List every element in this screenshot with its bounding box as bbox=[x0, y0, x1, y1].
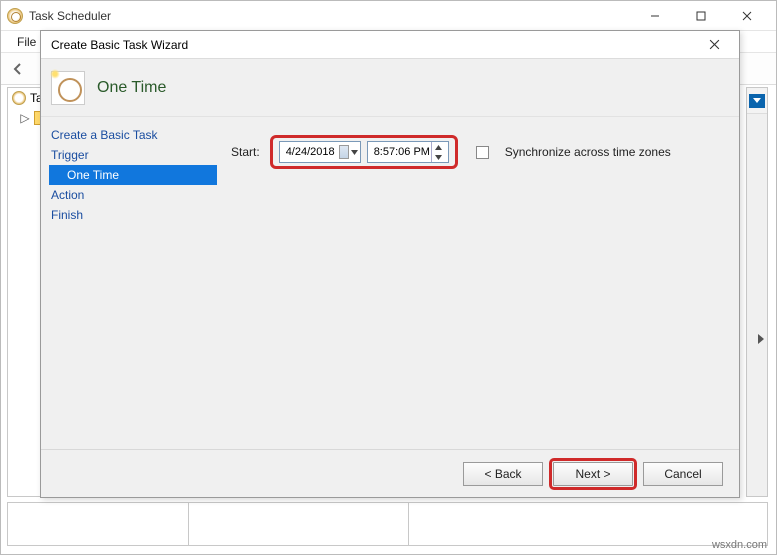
wizard-nav: Create a Basic Task Trigger One Time Act… bbox=[41, 117, 217, 449]
start-date-value: 4/24/2018 bbox=[286, 146, 335, 158]
actions-dropdown-icon[interactable] bbox=[749, 94, 765, 108]
spin-down-icon[interactable] bbox=[432, 152, 446, 162]
wizard-icon bbox=[51, 71, 85, 105]
actions-pane bbox=[746, 87, 768, 497]
nav-step-action[interactable]: Action bbox=[49, 185, 217, 205]
clock-icon bbox=[12, 91, 26, 105]
nav-back-button[interactable] bbox=[7, 58, 29, 80]
calendar-icon[interactable] bbox=[339, 145, 349, 159]
nav-step-finish[interactable]: Finish bbox=[49, 205, 217, 225]
wizard-header-title: One Time bbox=[97, 79, 166, 97]
wizard-footer: < Back Next > Cancel bbox=[41, 449, 739, 497]
start-time-input[interactable]: 8:57:06 PM bbox=[367, 141, 449, 163]
actions-header bbox=[747, 88, 767, 114]
wizard-close-button[interactable] bbox=[699, 34, 729, 56]
minimize-button[interactable] bbox=[632, 2, 678, 30]
wizard-header: One Time bbox=[41, 59, 739, 117]
back-button[interactable]: < Back bbox=[463, 462, 543, 486]
close-button[interactable] bbox=[724, 2, 770, 30]
spin-up-icon[interactable] bbox=[432, 142, 446, 152]
datetime-highlight: 4/24/2018 8:57:06 PM bbox=[270, 135, 458, 169]
expand-icon[interactable]: ▷ bbox=[20, 111, 30, 125]
sync-label: Synchronize across time zones bbox=[505, 145, 671, 159]
watermark: wsxdn.com bbox=[712, 539, 767, 551]
wizard-body: Create a Basic Task Trigger One Time Act… bbox=[41, 117, 739, 449]
nav-step-one-time[interactable]: One Time bbox=[49, 165, 217, 185]
wizard-title-bar: Create Basic Task Wizard bbox=[41, 31, 739, 59]
app-icon bbox=[7, 8, 23, 24]
wizard-window-title: Create Basic Task Wizard bbox=[51, 38, 188, 52]
app-title: Task Scheduler bbox=[29, 9, 111, 23]
nav-step-create[interactable]: Create a Basic Task bbox=[49, 125, 217, 145]
maximize-button[interactable] bbox=[678, 2, 724, 30]
start-time-value: 8:57:06 PM bbox=[374, 146, 430, 158]
wizard-content: Start: 4/24/2018 8:57:06 PM bbox=[217, 117, 739, 449]
title-bar: Task Scheduler bbox=[1, 1, 776, 31]
start-date-input[interactable]: 4/24/2018 bbox=[279, 141, 361, 163]
time-spinner[interactable] bbox=[431, 142, 446, 162]
cancel-button[interactable]: Cancel bbox=[643, 462, 723, 486]
date-dropdown-icon[interactable] bbox=[351, 150, 358, 155]
start-row: Start: 4/24/2018 8:57:06 PM bbox=[231, 135, 725, 169]
nav-step-trigger[interactable]: Trigger bbox=[49, 145, 217, 165]
next-button[interactable]: Next > bbox=[553, 462, 633, 486]
start-label: Start: bbox=[231, 145, 260, 159]
wizard-dialog: Create Basic Task Wizard One Time Create… bbox=[40, 30, 740, 498]
scroll-right-icon[interactable] bbox=[758, 334, 764, 344]
sync-checkbox[interactable] bbox=[476, 146, 489, 159]
bottom-pane bbox=[7, 502, 768, 546]
window-controls bbox=[632, 2, 770, 30]
